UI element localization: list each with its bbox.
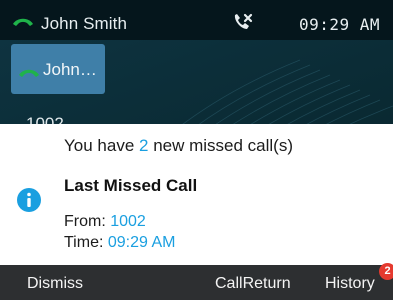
summary-suffix: new missed call(s): [148, 136, 294, 155]
status-bar: John Smith 09:29 AM: [0, 0, 393, 40]
callreturn-button[interactable]: CallReturn: [215, 275, 291, 293]
dismiss-button[interactable]: Dismiss: [27, 275, 83, 293]
time-value: 09:29 AM: [107, 234, 176, 251]
from-label: From:: [64, 213, 111, 230]
softkey-bar: Dismiss CallReturn History: [0, 265, 393, 300]
line-key-john[interactable]: John…: [11, 44, 105, 94]
account-name: John Smith: [41, 14, 128, 33]
missed-call-popup: You have 2 new missed call(s) Last Misse…: [0, 124, 393, 265]
time-label: Time:: [64, 234, 108, 251]
phone-handset-icon: [19, 69, 39, 77]
history-button[interactable]: History: [325, 275, 375, 293]
from-line: From: 1002: [64, 213, 146, 231]
history-badge: 2: [379, 263, 393, 280]
missed-call-summary: You have 2 new missed call(s): [64, 136, 293, 156]
popup-heading: Last Missed Call: [64, 176, 198, 195]
time-line: Time: 09:29 AM: [64, 234, 175, 252]
info-icon: [17, 188, 41, 212]
clock: 09:29 AM: [299, 15, 381, 34]
missed-call-icon: [234, 13, 253, 29]
summary-prefix: You have: [64, 136, 139, 155]
from-value: 1002: [110, 213, 146, 230]
phone-handset-icon: [13, 18, 33, 26]
line-key-label: John…: [43, 60, 97, 79]
